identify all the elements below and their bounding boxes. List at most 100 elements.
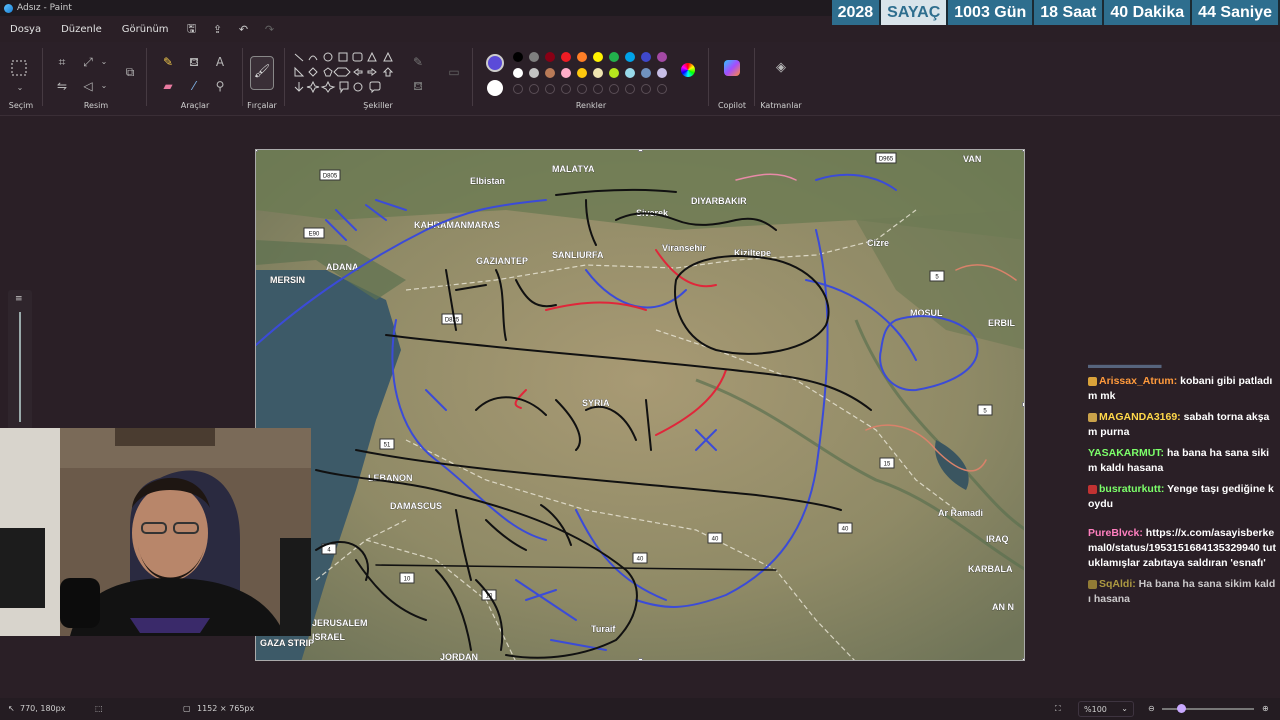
text-icon[interactable]: A — [212, 54, 228, 70]
brush-size-slider[interactable] — [19, 312, 21, 422]
remove-background-icon[interactable]: ⧉ — [122, 64, 138, 80]
chevron-down-icon[interactable]: ⌄ — [96, 78, 112, 94]
edit-colors-icon[interactable] — [681, 63, 695, 77]
chevron-down-icon[interactable]: ⌄ — [12, 80, 28, 96]
color-swatch[interactable] — [625, 52, 635, 62]
secondary-color-swatch[interactable] — [487, 80, 503, 96]
shapes-gallery[interactable] — [292, 50, 404, 94]
selection-size-icon: ⬚ — [95, 704, 103, 713]
color-swatch[interactable] — [609, 52, 619, 62]
resize-handle[interactable] — [1022, 658, 1024, 660]
menu-bar: Dosya Düzenle Görünüm 🖫 ⇪ ↶ ↷ — [0, 18, 283, 40]
chat-username[interactable]: MAGANDA3169: — [1099, 411, 1184, 423]
custom-color-slot[interactable] — [577, 84, 587, 94]
copilot-icon[interactable] — [724, 60, 740, 76]
share-icon[interactable]: ⇪ — [205, 23, 231, 36]
resize-handle[interactable] — [256, 150, 258, 152]
fill-bucket-icon[interactable]: ⛾ — [186, 54, 202, 70]
custom-color-slot[interactable] — [561, 84, 571, 94]
road-shield-label: 40 — [637, 557, 644, 563]
color-swatch[interactable] — [657, 52, 667, 62]
color-picker-icon[interactable]: ⁄ — [186, 78, 202, 94]
undo-icon[interactable]: ↶ — [231, 23, 257, 36]
resize-handle[interactable] — [638, 658, 643, 660]
color-swatch[interactable] — [513, 68, 523, 78]
menu-view[interactable]: Görünüm — [112, 24, 179, 35]
crop-icon[interactable]: ⌗ — [54, 54, 70, 70]
zoom-slider-thumb[interactable] — [1177, 704, 1186, 713]
zoom-out-icon[interactable]: ⊖ — [1148, 704, 1155, 713]
brush-button[interactable]: 🖌 — [250, 56, 274, 90]
rotate-icon[interactable]: ◁ — [80, 78, 96, 94]
color-swatch[interactable] — [641, 52, 651, 62]
custom-color-slot[interactable] — [529, 84, 539, 94]
colors-label: Renkler — [575, 101, 607, 110]
custom-color-slot[interactable] — [625, 84, 635, 94]
drawing-canvas[interactable]: MALATYA Elbistan VAN DIYARBAKIR Siverek KAHRA… — [255, 149, 1025, 661]
color-swatch[interactable] — [593, 68, 603, 78]
color-swatch[interactable] — [545, 68, 555, 78]
color-swatch[interactable] — [529, 68, 539, 78]
map-label: JORDAN — [440, 652, 478, 661]
shape-style-icon[interactable]: ▭ — [446, 64, 462, 80]
custom-color-slot[interactable] — [545, 84, 555, 94]
color-swatch[interactable] — [577, 52, 587, 62]
select-rectangle-icon[interactable] — [10, 59, 28, 77]
color-swatch[interactable] — [657, 68, 667, 78]
tools-group: ✎ ⛾ A ▰ ⁄ ⚲ Araçlar — [150, 46, 240, 114]
resize-handle[interactable] — [1022, 150, 1024, 152]
zoom-slider[interactable] — [1162, 708, 1254, 710]
map-label: Elbistan — [470, 176, 505, 186]
chat-username[interactable]: Arissax_Atrum: — [1099, 375, 1180, 387]
color-swatch[interactable] — [545, 52, 555, 62]
color-swatch[interactable] — [513, 52, 523, 62]
map-label: DIYARBAKIR — [691, 196, 747, 206]
fill-icon[interactable]: ⛾ — [410, 78, 426, 94]
custom-color-slot[interactable] — [657, 84, 667, 94]
outline-icon[interactable]: ✎ — [410, 54, 426, 70]
resize-handle[interactable] — [1022, 402, 1024, 407]
color-swatch[interactable] — [577, 68, 587, 78]
fit-to-window-icon[interactable]: ⛶ — [1055, 704, 1061, 714]
menu-file[interactable]: Dosya — [0, 24, 51, 35]
flip-icon[interactable]: ⇋ — [54, 78, 70, 94]
counter-seconds: 44 Saniye — [1192, 0, 1280, 25]
color-swatch[interactable] — [609, 68, 619, 78]
resize-icon[interactable]: ⤢ — [80, 54, 96, 70]
chevron-down-icon[interactable]: ⌄ — [96, 54, 112, 70]
zoom-select[interactable]: %100 ⌄ — [1078, 701, 1134, 717]
chat-username[interactable]: busraturkutt: — [1099, 483, 1167, 495]
chat-username[interactable]: YASAKARMUT: — [1088, 447, 1167, 459]
chat-username[interactable]: SqAldi: — [1099, 578, 1139, 590]
brushes-group: 🖌 Fırçalar — [244, 46, 280, 114]
road-shield-label: 10 — [404, 577, 411, 583]
canvas-size: 1152 × 765px — [197, 704, 255, 713]
color-swatch[interactable] — [593, 52, 603, 62]
save-icon[interactable]: 🖫 — [179, 20, 205, 39]
layers-icon[interactable]: ◈ — [773, 60, 789, 76]
chat-username[interactable]: PureBlvck: — [1088, 527, 1146, 539]
map-label: SANLIURFA — [552, 250, 604, 260]
colors-group: Renkler — [476, 46, 706, 114]
menu-edit[interactable]: Düzenle — [51, 24, 112, 35]
shapes-group: ✎ ⛾ ▭ Şekiller — [288, 46, 468, 114]
chat-message: busraturkutt: Yenge taşı gediğine koydu — [1088, 482, 1278, 512]
color-swatch[interactable] — [625, 68, 635, 78]
pencil-icon[interactable]: ✎ — [160, 54, 176, 70]
custom-color-slot[interactable] — [641, 84, 651, 94]
color-swatch[interactable] — [561, 52, 571, 62]
resize-handle[interactable] — [638, 150, 643, 152]
custom-color-slot[interactable] — [513, 84, 523, 94]
primary-color-swatch[interactable] — [486, 54, 504, 72]
redo-icon[interactable]: ↷ — [257, 23, 283, 36]
eraser-icon[interactable]: ▰ — [160, 78, 176, 94]
custom-color-slot[interactable] — [609, 84, 619, 94]
zoom-in-icon[interactable]: ⊕ — [1262, 704, 1269, 713]
color-swatch[interactable] — [641, 68, 651, 78]
color-swatch[interactable] — [529, 52, 539, 62]
zoom-value: %100 — [1084, 705, 1107, 714]
custom-color-slot[interactable] — [593, 84, 603, 94]
divider — [708, 48, 709, 106]
color-swatch[interactable] — [561, 68, 571, 78]
magnifier-icon[interactable]: ⚲ — [212, 78, 228, 94]
